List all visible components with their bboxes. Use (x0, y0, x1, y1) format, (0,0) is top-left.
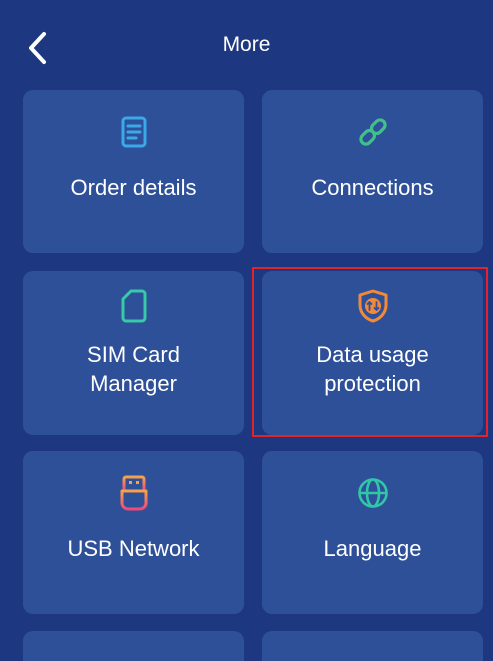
globe-icon (353, 473, 393, 513)
shield-data-icon (353, 286, 393, 326)
tile-label: Language (323, 536, 422, 561)
tile-usb-network[interactable]: USB Network (23, 451, 244, 614)
tile-label: SIM Card Manager (87, 342, 180, 396)
tile-label: USB Network (67, 536, 200, 561)
sim-card-icon (114, 286, 154, 326)
tile-order-details[interactable]: Order details (23, 90, 244, 253)
tile-sim-card-manager[interactable]: SIM Card Manager (23, 271, 244, 435)
tile-partial-left[interactable] (23, 631, 244, 661)
page-title: More (222, 33, 271, 56)
link-icon (353, 112, 393, 152)
tile-language[interactable]: Language (262, 451, 483, 614)
tile-label: Order details (70, 175, 197, 200)
document-icon (114, 112, 154, 152)
tile-partial-right[interactable] (262, 631, 483, 661)
tile-label: Connections (311, 175, 434, 200)
tile-label: Data usage protection (316, 342, 429, 396)
tile-connections[interactable]: Connections (262, 90, 483, 253)
header-bar: More (0, 0, 493, 86)
usb-icon (114, 473, 154, 513)
tile-data-usage-protection[interactable]: Data usage protection (262, 271, 483, 435)
